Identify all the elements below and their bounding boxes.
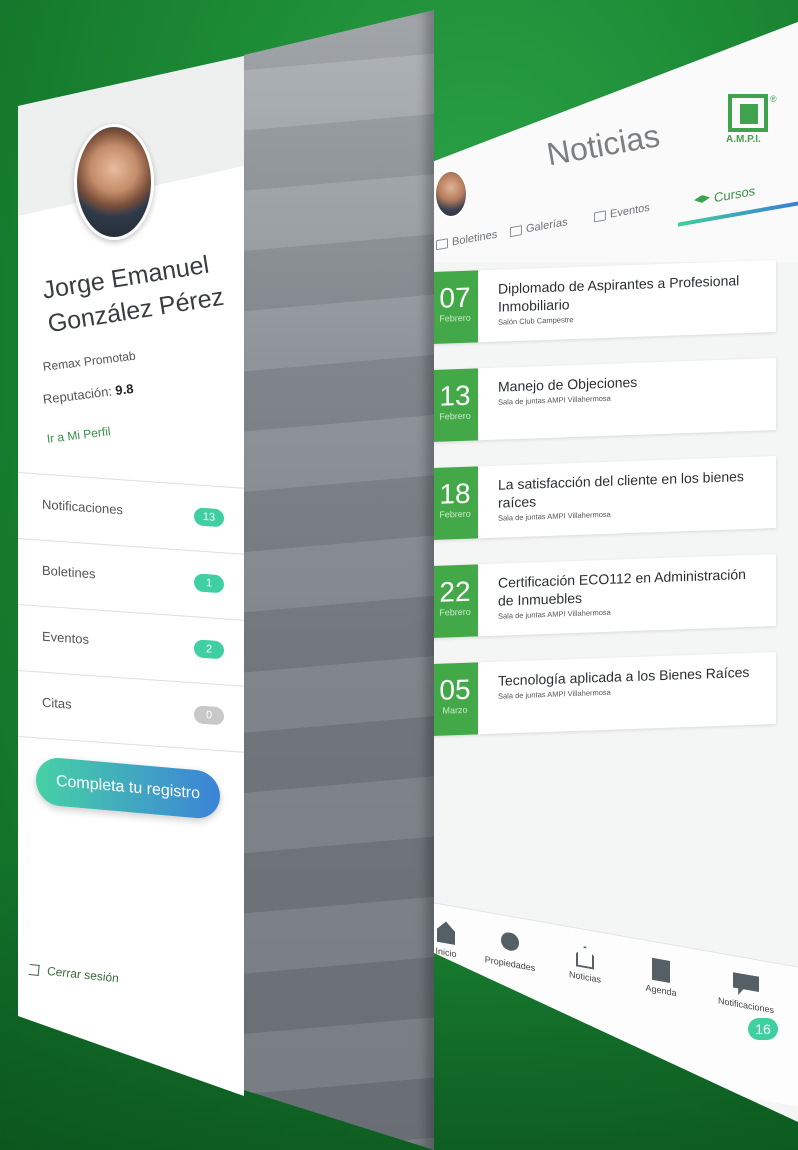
course-card[interactable]: 05 Marzo Tecnología aplicada a los Biene… <box>432 651 776 736</box>
count-badge: 2 <box>194 639 224 660</box>
notifications-badge: 16 <box>748 1018 778 1040</box>
course-month: Febrero <box>439 606 471 618</box>
tab-label: Galerías <box>526 216 568 236</box>
blurred-content-overlay <box>244 10 434 1150</box>
count-badge: 1 <box>194 573 224 594</box>
news-screen: Noticias ® A.M.P.I. Boletines Galerías E… <box>432 22 798 1122</box>
user-name: Jorge Emanuel González Pérez <box>40 250 226 339</box>
logout-label: Cerrar sesión <box>46 963 120 986</box>
course-info: La satisfacción del cliente en los biene… <box>498 467 758 523</box>
nav-label: Notificaciones <box>717 995 775 1016</box>
nav-noticias[interactable]: Noticias <box>560 942 610 987</box>
course-date: 05 Marzo <box>432 662 478 736</box>
tab-label: Eventos <box>610 201 650 221</box>
course-info: Certificación ECO112 en Administración d… <box>498 565 758 621</box>
course-title: La satisfacción del cliente en los biene… <box>498 468 744 511</box>
nav-label: Agenda <box>645 982 677 999</box>
complete-registration-button[interactable]: Completa tu registro <box>36 756 220 821</box>
reputation-value: 9.8 <box>114 380 135 398</box>
nav-notificaciones[interactable]: Notificaciones <box>708 968 784 1017</box>
course-date: 22 Febrero <box>432 564 478 638</box>
count-badge: 0 <box>194 705 224 726</box>
tab-cursos[interactable]: Cursos <box>694 183 755 209</box>
course-card[interactable]: 07 Febrero Diplomado de Aspirantes a Pro… <box>432 259 776 344</box>
menu-item-label: Citas <box>42 694 72 712</box>
ampi-logo: ® A.M.P.I. <box>722 94 777 154</box>
course-card[interactable]: 13 Febrero Manejo de Objeciones Sala de … <box>432 357 776 442</box>
tab-label: Boletines <box>452 228 498 249</box>
tab-boletines[interactable]: Boletines <box>436 228 497 251</box>
tab-eventos[interactable]: Eventos <box>594 202 650 224</box>
course-month: Febrero <box>439 508 471 520</box>
profile-side-menu: Jorge Emanuel González Pérez Remax Promo… <box>18 56 244 1096</box>
course-date: 13 Febrero <box>432 368 478 442</box>
course-month: Febrero <box>439 410 471 422</box>
side-menu-list: Notificaciones 13 Boletines 1 Eventos 2 … <box>18 472 244 753</box>
course-card[interactable]: 22 Febrero Certificación ECO112 en Admin… <box>432 553 776 638</box>
nav-label: Propiedades <box>484 954 536 974</box>
newspaper-icon <box>576 944 594 969</box>
menu-item-label: Notificaciones <box>42 496 123 518</box>
user-company: Remax Promotab <box>42 348 137 374</box>
logout-button[interactable]: Cerrar sesión <box>28 962 120 986</box>
nav-agenda[interactable]: Agenda <box>636 955 686 1000</box>
ampi-logo-mark <box>728 94 768 132</box>
menu-item-label: Eventos <box>42 628 89 647</box>
course-info: Diplomado de Aspirantes a Profesional In… <box>498 271 758 326</box>
chat-icon <box>733 972 759 999</box>
course-info: Manejo de Objeciones Sala de juntas AMPI… <box>498 369 758 407</box>
logo-text: A.M.P.I. <box>726 134 761 145</box>
profile-link[interactable]: Ir a Mi Perfil <box>46 424 111 446</box>
reputation-label: Reputación: <box>42 383 113 407</box>
newspaper-icon <box>436 238 448 251</box>
home-icon <box>437 920 455 945</box>
logo-registered-mark: ® <box>770 94 777 104</box>
course-info: Tecnología aplicada a los Bienes Raíces … <box>498 663 758 701</box>
nav-propiedades[interactable]: Propiedades <box>480 927 540 974</box>
nav-label: Noticias <box>568 969 601 985</box>
course-title: Certificación ECO112 en Administración d… <box>498 566 746 609</box>
avatar[interactable] <box>74 124 154 240</box>
agenda-icon <box>652 957 670 983</box>
course-date: 18 Febrero <box>432 466 478 540</box>
tab-label: Cursos <box>714 183 756 206</box>
calendar-icon <box>594 210 606 223</box>
location-pin-icon <box>501 931 519 956</box>
count-badge: 13 <box>194 507 224 528</box>
image-icon <box>510 225 522 238</box>
reputation: Reputación: 9.8 <box>42 381 134 407</box>
graduation-cap-icon <box>694 193 710 206</box>
logout-icon <box>28 963 40 976</box>
tab-galerias[interactable]: Galerías <box>510 216 568 238</box>
course-date: 07 Febrero <box>432 270 478 344</box>
course-month: Febrero <box>439 312 471 324</box>
course-list: 07 Febrero Diplomado de Aspirantes a Pro… <box>432 259 798 762</box>
course-title: Diplomado de Aspirantes a Profesional In… <box>498 272 740 315</box>
menu-item-label: Boletines <box>42 562 96 582</box>
course-card[interactable]: 18 Febrero La satisfacción del cliente e… <box>432 455 776 540</box>
